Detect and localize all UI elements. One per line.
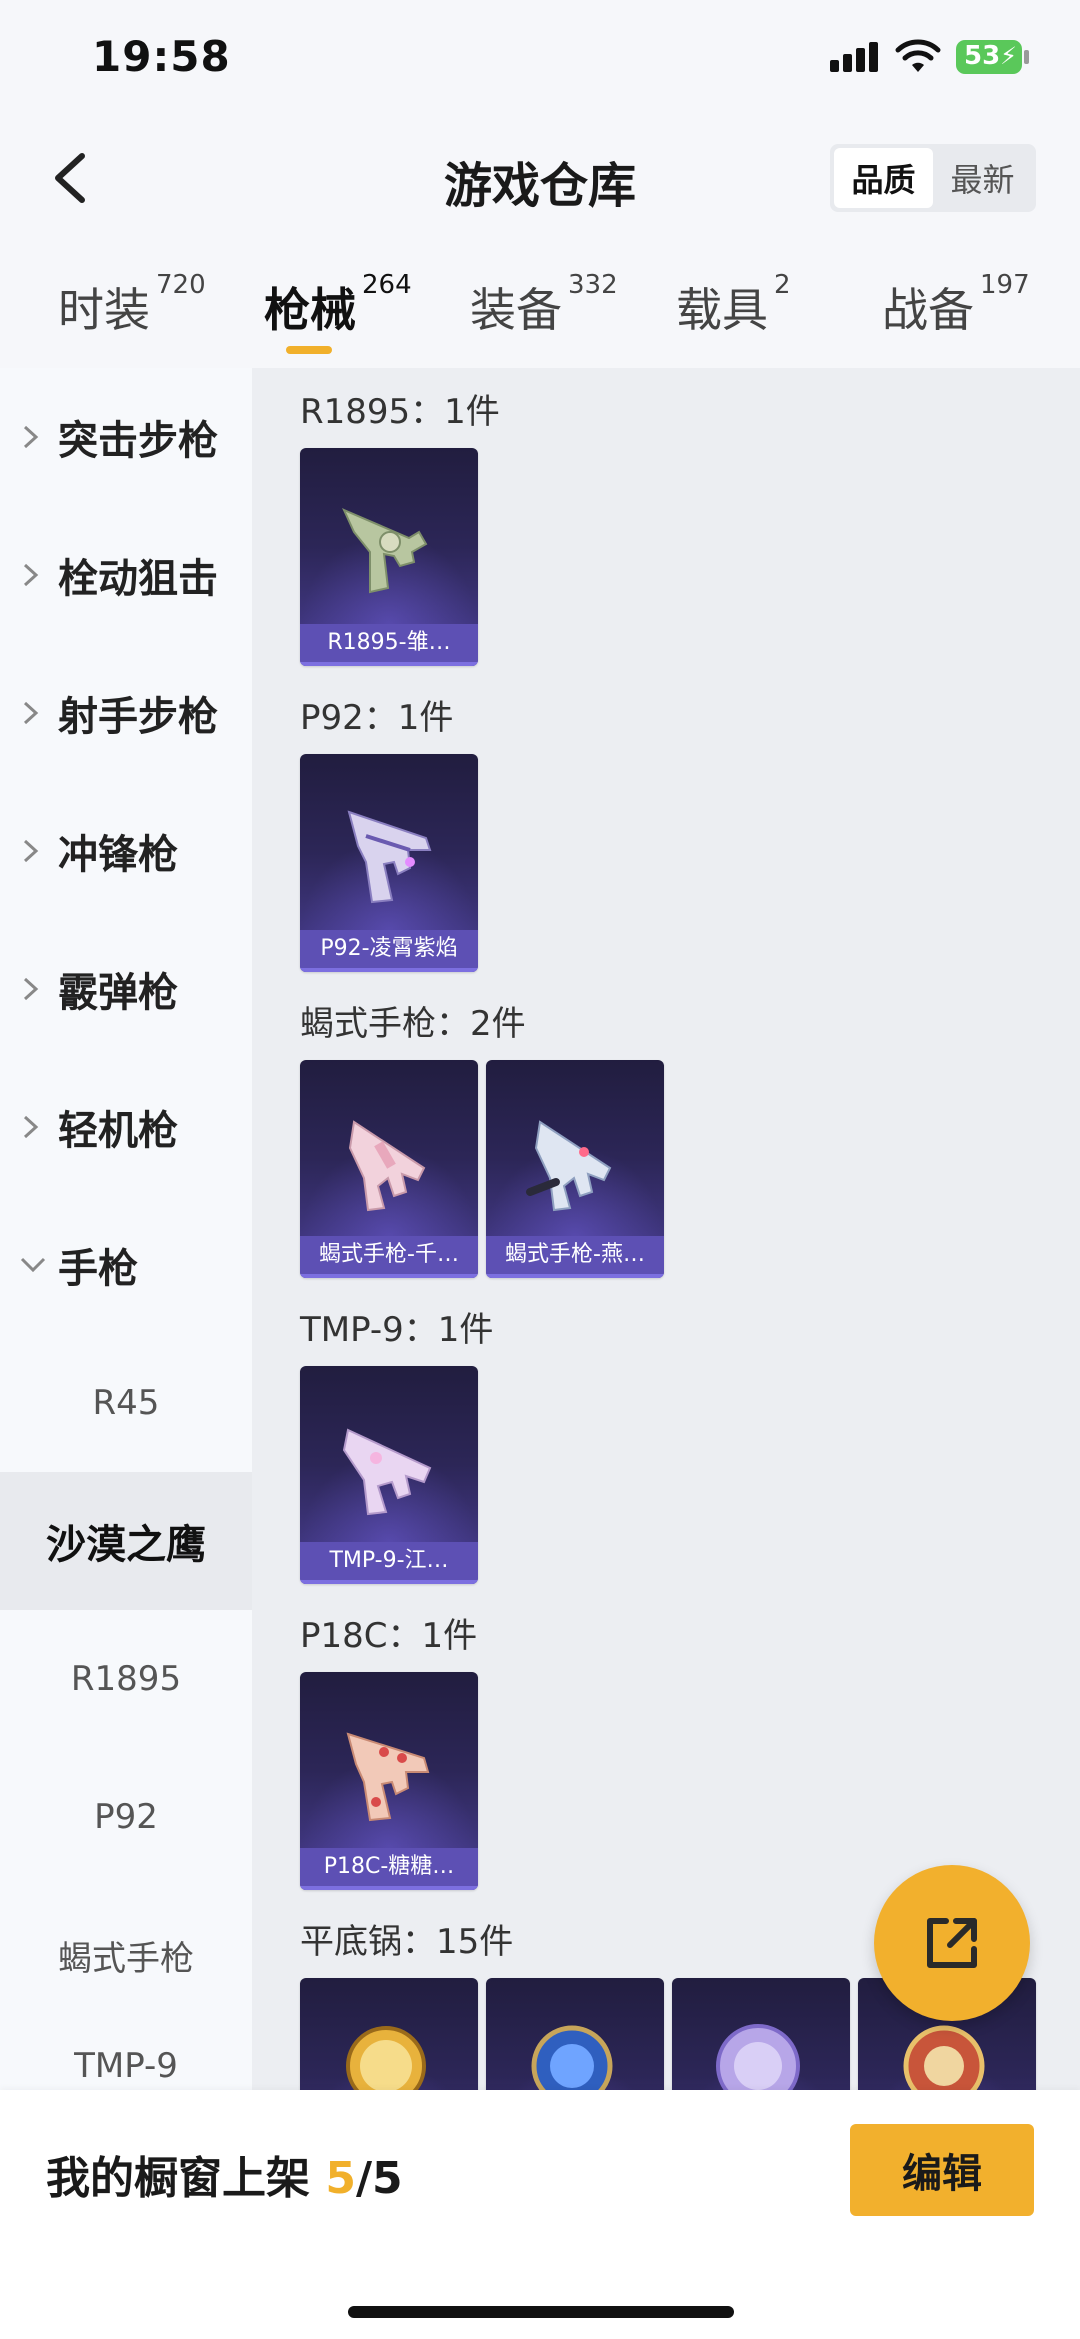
group-title: P92：1件 [300, 698, 454, 738]
sidebar-item-assault-rifles[interactable]: 突击步枪 [0, 368, 252, 506]
revolver-icon [342, 508, 428, 594]
pistol-icon [346, 1732, 430, 1822]
charging-bolt-icon: ⚡ [1000, 42, 1017, 70]
item-card[interactable] [672, 1978, 850, 2090]
sidebar-item-marksman-rifles[interactable]: 射手步枪 [0, 644, 252, 782]
group-title: TMP-9：1件 [300, 1310, 494, 1350]
chevron-right-icon [23, 1115, 39, 1139]
chevron-right-icon [23, 701, 39, 725]
sidebar-subitem-tmp9[interactable]: TMP-9 [0, 2024, 252, 2090]
smg-icon [348, 1120, 426, 1212]
cellular-signal-icon [830, 42, 878, 72]
sort-by-quality[interactable]: 品质 [834, 148, 933, 208]
tab-count: 197 [980, 270, 1030, 300]
share-button[interactable] [874, 1865, 1030, 2021]
tab-supplies[interactable]: 战备 197 [882, 270, 1030, 340]
sidebar-subitem-scorpion-pistol[interactable]: 蝎式手枪 [0, 1886, 252, 2024]
item-card[interactable]: P18C-糖糖… [300, 1672, 478, 1890]
smg-icon [526, 1120, 612, 1212]
sidebar-subitem-p92[interactable]: P92 [0, 1748, 252, 1886]
tab-count: 264 [362, 270, 412, 300]
home-indicator [348, 2306, 734, 2318]
tab-label: 战备 [882, 283, 974, 337]
sidebar-item-label: 霰弹枪 [58, 970, 178, 1016]
sort-by-newest[interactable]: 最新 [933, 148, 1032, 208]
battery-icon: 53 ⚡ [956, 40, 1022, 74]
smg-icon [342, 1428, 432, 1516]
group-title: 平底锅：15件 [300, 1922, 514, 1962]
tab-firearms[interactable]: 枪械 264 [264, 270, 412, 340]
status-time: 19:58 [92, 32, 231, 81]
chevron-down-icon [20, 1257, 46, 1273]
header: 游戏仓库 品质 最新 [0, 118, 1080, 238]
group-title: 蝎式手枪：2件 [300, 1004, 526, 1044]
sidebar: 突击步枪 栓动狙击 射手步枪 冲锋枪 霰弹枪 轻机枪 手枪 R45 沙漠之鹰 R… [0, 368, 252, 2090]
sidebar-subitem-r1895[interactable]: R1895 [0, 1610, 252, 1748]
item-name: R1895-雏… [300, 624, 478, 666]
sort-toggle: 品质 最新 [830, 144, 1036, 212]
chevron-right-icon [23, 563, 39, 587]
item-name: P18C-糖糖… [300, 1848, 478, 1890]
item-name: P92-凌霄紫焰 [300, 930, 478, 972]
sidebar-item-label: 栓动狙击 [58, 556, 218, 602]
sidebar-subitem-desert-eagle[interactable]: 沙漠之鹰 [0, 1472, 252, 1610]
sidebar-item-label: 轻机枪 [58, 1108, 178, 1154]
tab-equipment[interactable]: 装备 332 [470, 270, 618, 340]
item-card[interactable]: R1895-雏… [300, 448, 478, 666]
tab-fashion[interactable]: 时装 720 [58, 270, 206, 340]
item-card[interactable]: 蝎式手枪-燕… [486, 1060, 664, 1278]
frying-pan-icon [531, 2025, 613, 2090]
item-name: 蝎式手枪-千… [300, 1236, 478, 1278]
item-name: TMP-9-江… [300, 1542, 478, 1584]
item-name: 蝎式手枪-燕… [486, 1236, 664, 1278]
edit-button[interactable]: 编辑 [850, 2124, 1034, 2216]
bottom-bar: 我的橱窗上架 5/5 编辑 [0, 2090, 1080, 2339]
item-card[interactable] [486, 1978, 664, 2090]
sidebar-item-label: 手枪 [58, 1246, 138, 1292]
showcase-label: 我的橱窗上架 [46, 2153, 326, 2204]
pistol-icon [347, 810, 432, 904]
tab-count: 332 [568, 270, 618, 300]
sidebar-item-smgs[interactable]: 冲锋枪 [0, 782, 252, 920]
sidebar-item-bolt-action-snipers[interactable]: 栓动狙击 [0, 506, 252, 644]
sidebar-item-lmgs[interactable]: 轻机枪 [0, 1058, 252, 1196]
chevron-right-icon [23, 425, 39, 449]
chevron-right-icon [23, 977, 39, 1001]
item-card[interactable] [300, 1978, 478, 2090]
sidebar-item-label: 突击步枪 [58, 418, 218, 464]
status-bar: 19:58 53 ⚡ [0, 0, 1080, 118]
tab-label: 装备 [470, 283, 562, 337]
tab-count: 2 [774, 270, 791, 300]
sidebar-item-pistols[interactable]: 手枪 [0, 1196, 252, 1334]
share-icon [927, 1918, 977, 1968]
battery-nub [1024, 50, 1029, 64]
tab-label: 时装 [58, 283, 150, 337]
item-card[interactable]: P92-凌霄紫焰 [300, 754, 478, 972]
sidebar-item-label: 冲锋枪 [58, 832, 178, 878]
chevron-right-icon [23, 839, 39, 863]
group-title: R1895：1件 [300, 392, 500, 432]
tab-label: 载具 [676, 283, 768, 337]
item-card[interactable]: 蝎式手枪-千… [300, 1060, 478, 1278]
showcase-current-count: 5 [325, 2153, 356, 2204]
frying-pan-icon [346, 2026, 426, 2090]
sidebar-item-label: 射手步枪 [58, 694, 218, 740]
wifi-icon [895, 38, 941, 74]
frying-pan-icon [716, 2024, 800, 2090]
showcase-total: /5 [355, 2153, 403, 2204]
battery-level: 53 [964, 41, 1001, 71]
item-card[interactable]: TMP-9-江… [300, 1366, 478, 1584]
category-tabs: 时装 720 枪械 264 装备 332 载具 2 战备 197 [0, 238, 1080, 368]
tab-vehicles[interactable]: 载具 2 [676, 270, 791, 340]
active-tab-indicator [286, 346, 332, 354]
sidebar-subitem-r45[interactable]: R45 [0, 1334, 252, 1472]
sidebar-item-shotguns[interactable]: 霰弹枪 [0, 920, 252, 1058]
item-list: R1895：1件 R1895-雏… P92：1件 P92-凌霄紫焰 蝎式手枪：2… [252, 368, 1080, 2090]
tab-count: 720 [156, 270, 206, 300]
group-title: P18C：1件 [300, 1616, 478, 1656]
showcase-status: 我的橱窗上架 5/5 [46, 2142, 403, 2206]
tab-label: 枪械 [264, 283, 356, 337]
